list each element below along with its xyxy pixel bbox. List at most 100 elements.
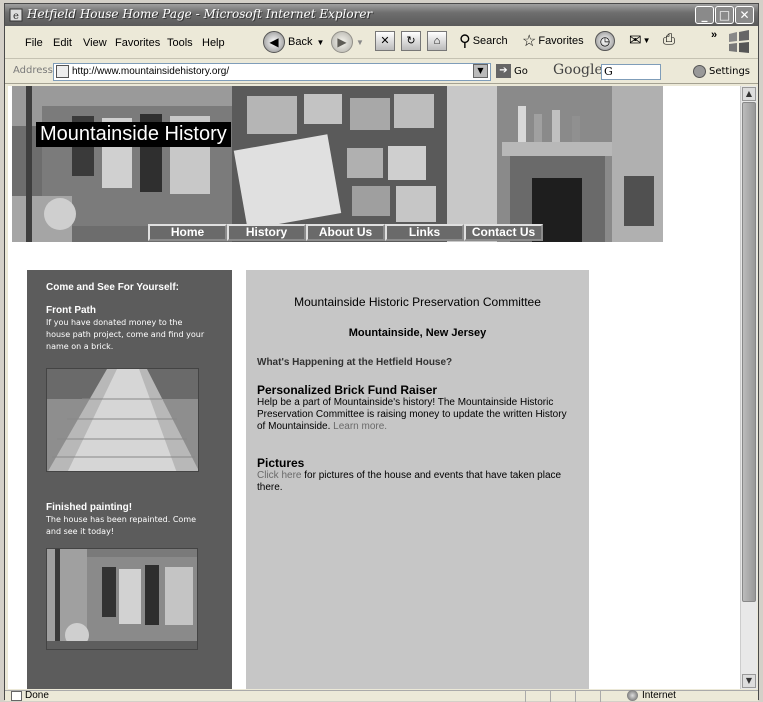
pictures-title: Pictures [257, 456, 305, 470]
home-button[interactable]: ⌂ [427, 31, 447, 51]
title-bar: e Hetfield House Home Page - Microsoft I… [5, 4, 758, 26]
address-bar: Address http://www.mountainsidehistory.o… [5, 60, 758, 84]
favorites-button[interactable]: ☆ Favorites [522, 31, 584, 51]
windows-logo [729, 30, 749, 53]
refresh-button[interactable]: ↻ [401, 31, 421, 51]
nav-links[interactable]: Links [385, 224, 464, 241]
back-arrow-icon: ◀ [263, 31, 285, 53]
banner-photo-collage [12, 86, 663, 242]
address-input[interactable]: http://www.mountainsidehistory.org/ [53, 63, 491, 81]
sidebar-item-text: The house has been repainted. Come and s… [46, 515, 197, 536]
click-here-link[interactable]: Click here [257, 470, 301, 481]
scroll-up-icon[interactable]: ▲ [742, 87, 756, 101]
mail-dropdown-icon: ▼ [642, 35, 651, 45]
menu-toolbar: File Edit View Favorites Tools Help ◀ Ba… [5, 27, 758, 59]
forward-button[interactable]: ▶ ▼ [331, 31, 364, 53]
menu-edit[interactable]: Edit [53, 37, 72, 49]
main-nav: Home History About Us Links Contact Us [148, 224, 543, 241]
stop-icon: ✕ [375, 31, 395, 51]
forward-arrow-icon: ▶ [331, 31, 353, 53]
address-label: Address [13, 65, 53, 76]
fundraiser-title: Personalized Brick Fund Raiser [257, 383, 438, 397]
home-icon: ⌂ [427, 31, 447, 51]
refresh-icon: ↻ [401, 31, 421, 51]
stop-button[interactable]: ✕ [375, 31, 395, 51]
vertical-scrollbar[interactable]: ▲ ▼ [740, 86, 757, 689]
history-icon: ◷ [595, 31, 615, 51]
window-title: Hetfield House Home Page - Microsoft Int… [27, 7, 373, 21]
google-g-icon: G [604, 65, 613, 78]
painted-house-photo [46, 548, 198, 650]
back-button[interactable]: ◀ Back ▼ [263, 31, 324, 53]
history-button[interactable]: ◷ [595, 31, 618, 51]
front-path-photo [46, 368, 199, 472]
scroll-thumb[interactable] [742, 102, 756, 602]
close-button[interactable]: ✕ [735, 6, 754, 24]
brick-path-image [47, 369, 198, 471]
main-content: Mountainside Historic Preservation Commi… [246, 270, 589, 689]
globe-icon [627, 690, 638, 701]
search-button[interactable]: ⚲ Search [459, 31, 508, 51]
menu-favorites[interactable]: Favorites [115, 37, 160, 49]
go-arrow-icon: ➔ [496, 64, 511, 78]
pictures-paragraph: Click here for pictures of the house and… [257, 470, 567, 494]
nav-history[interactable]: History [227, 224, 306, 241]
location-heading: Mountainside, New Jersey [348, 327, 487, 339]
browser-window: e Hetfield House Home Page - Microsoft I… [4, 3, 759, 702]
mail-button[interactable]: ✉ ▼ [629, 31, 651, 49]
sidebar-item-title: Finished painting! [46, 502, 133, 513]
sidebar-heading: Come and See For Yourself: [46, 282, 179, 293]
maximize-button[interactable]: □ [715, 6, 734, 24]
address-url: http://www.mountainsidehistory.org/ [72, 66, 230, 77]
page-icon [56, 65, 69, 78]
status-text: Done [25, 690, 49, 701]
favorites-label: Favorites [538, 35, 584, 47]
status-text-area: Done [11, 690, 49, 701]
settings-gear-icon [693, 65, 706, 78]
toolbar-overflow[interactable]: » [711, 29, 717, 41]
google-search-input[interactable]: G [601, 64, 661, 80]
google-toolbar-label: Google [553, 62, 603, 78]
happening-heading: What's Happening at the Hetfield House? [257, 357, 453, 368]
settings-label: Settings [709, 66, 751, 77]
site-title: Mountainside History [36, 122, 231, 147]
nav-about-us[interactable]: About Us [306, 224, 385, 241]
scroll-down-icon[interactable]: ▼ [742, 674, 756, 688]
sidebar: Come and See For Yourself: Front Path If… [27, 270, 232, 689]
menu-view[interactable]: View [83, 37, 107, 49]
mail-icon: ✉ [629, 32, 642, 49]
menu-help[interactable]: Help [202, 37, 225, 49]
settings-button[interactable]: Settings [693, 65, 750, 78]
sidebar-item-title: Front Path [46, 305, 96, 316]
print-button[interactable]: ⎙ [663, 31, 675, 48]
security-zone: Internet [627, 690, 676, 701]
back-dropdown-icon: ▼ [316, 37, 325, 47]
search-label: Search [472, 35, 508, 47]
status-divider [525, 691, 526, 702]
page-status-icon [11, 690, 22, 701]
print-icon: ⎙ [663, 31, 676, 48]
page-viewport: Mountainside History Home History About … [8, 86, 740, 689]
svg-text:e: e [13, 11, 19, 22]
go-button[interactable]: ➔ Go [496, 64, 528, 78]
nav-home[interactable]: Home [148, 224, 227, 241]
pictures-text: for pictures of the house and events tha… [257, 470, 562, 493]
address-dropdown-icon[interactable]: ▼ [473, 64, 488, 78]
committee-heading: Mountainside Historic Preservation Commi… [294, 295, 541, 309]
sidebar-item-text: If you have donated money to the house p… [46, 318, 205, 351]
back-label: Back [288, 36, 313, 48]
status-divider [550, 691, 551, 702]
house-image [47, 549, 197, 649]
fundraiser-text: Help be a part of Mountainside's history… [257, 397, 567, 432]
status-divider [575, 691, 576, 702]
fundraiser-paragraph: Help be a part of Mountainside's history… [257, 397, 567, 433]
nav-contact-us[interactable]: Contact Us [464, 224, 543, 241]
menu-tools[interactable]: Tools [167, 37, 193, 49]
search-icon: ⚲ [459, 33, 471, 50]
learn-more-link[interactable]: Learn more. [333, 421, 387, 432]
menu-file[interactable]: File [25, 37, 43, 49]
star-icon: ☆ [522, 33, 537, 50]
zone-text: Internet [642, 690, 676, 701]
minimize-button[interactable]: _ [695, 6, 714, 24]
header-banner: Mountainside History Home History About … [12, 86, 663, 242]
